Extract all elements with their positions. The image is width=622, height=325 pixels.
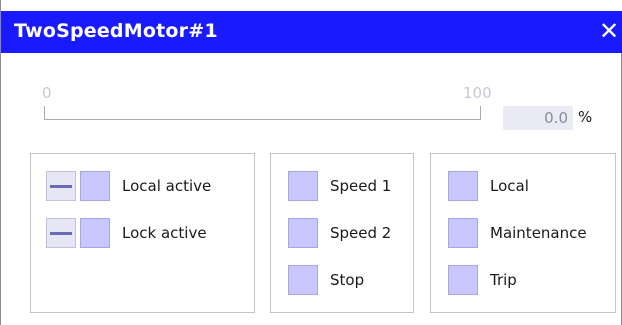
speed-value: 0.0 <box>503 106 573 130</box>
scale-min-label: 0 <box>42 84 52 102</box>
lock-active-lamp <box>80 218 110 248</box>
speed-1-row: Speed 1 <box>288 171 391 201</box>
speed-2-label: Speed 2 <box>330 224 392 242</box>
local-lamp <box>448 171 478 201</box>
speed-bar <box>44 106 481 120</box>
titlebar[interactable]: TwoSpeedMotor#1 ✕ <box>1 11 622 53</box>
stop-lamp <box>288 265 318 295</box>
trip-lamp <box>448 265 478 295</box>
local-active-state-button[interactable] <box>46 171 76 201</box>
close-icon[interactable]: ✕ <box>597 18 621 44</box>
dash-icon <box>50 231 72 235</box>
maintenance-lamp <box>448 218 478 248</box>
dash-icon <box>50 184 72 188</box>
speed-unit: % <box>578 108 593 126</box>
local-row: Local <box>448 171 529 201</box>
local-label: Local <box>490 177 529 195</box>
trip-label: Trip <box>490 271 517 289</box>
maintenance-label: Maintenance <box>490 224 587 242</box>
local-active-label: Local active <box>122 177 212 195</box>
speed-2-lamp <box>288 218 318 248</box>
speed-2-row: Speed 2 <box>288 218 391 248</box>
speed-1-label: Speed 1 <box>330 177 392 195</box>
mode-group: Local Maintenance Trip <box>430 153 616 313</box>
local-active-lamp <box>80 171 110 201</box>
lock-active-label: Lock active <box>122 224 207 242</box>
lock-active-row: Lock active <box>46 218 207 248</box>
local-lock-group: Local active Lock active <box>30 153 255 313</box>
faceplate-window: TwoSpeedMotor#1 ✕ 0 100 0.0 % Local acti… <box>0 0 622 325</box>
lock-active-state-button[interactable] <box>46 218 76 248</box>
stop-row: Stop <box>288 265 364 295</box>
stop-label: Stop <box>330 271 365 289</box>
speed-1-lamp <box>288 171 318 201</box>
speed-group: Speed 1 Speed 2 Stop <box>270 153 414 313</box>
trip-row: Trip <box>448 265 517 295</box>
window-top-strip <box>1 0 622 11</box>
scale-max-label: 100 <box>463 84 492 102</box>
window-title: TwoSpeedMotor#1 <box>14 20 218 42</box>
local-active-row: Local active <box>46 171 211 201</box>
maintenance-row: Maintenance <box>448 218 587 248</box>
